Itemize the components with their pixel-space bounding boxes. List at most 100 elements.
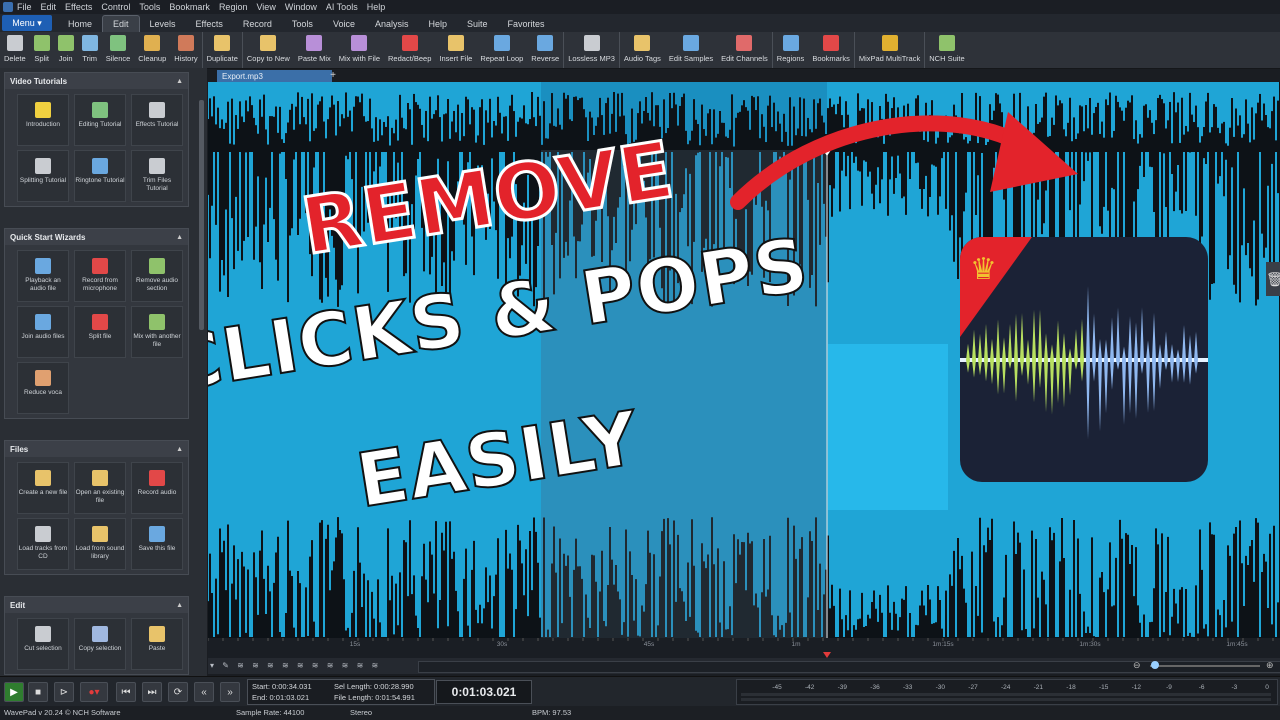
panel-section-header[interactable]: Quick Start Wizards ▲ (5, 229, 188, 245)
logo-wave-spike (1020, 312, 1024, 376)
new-tab-plus-icon[interactable]: + (327, 70, 339, 82)
audio-tags-button[interactable]: Audio Tags (620, 32, 665, 68)
tile-open-an-existing-file[interactable]: Open an existing file (74, 462, 126, 514)
fast-forward-icon[interactable]: » (220, 682, 240, 702)
panel-section-header[interactable]: Video Tutorials ▲ (5, 73, 188, 89)
menu-bookmark[interactable]: Bookmark (169, 2, 210, 12)
tab-help[interactable]: Help (418, 16, 457, 32)
menu-region[interactable]: Region (219, 2, 248, 12)
tab-analysis[interactable]: Analysis (365, 16, 419, 32)
tab-voice[interactable]: Voice (323, 16, 365, 32)
waveform-view[interactable]: ♛ 🗑 REMOVE CLICKS & POPS EASILY (208, 82, 1280, 640)
tile-load-tracks-from-cd[interactable]: Load tracks from CD (17, 518, 69, 570)
tile-record-from-microphone[interactable]: Record from microphone (74, 250, 126, 302)
tab-levels[interactable]: Levels (140, 16, 186, 32)
tile-trim-files-tutorial[interactable]: Trim Files Tutorial (131, 150, 183, 202)
repeat-loop-button[interactable]: Repeat Loop (476, 32, 527, 68)
tile-split-file[interactable]: Split file (74, 306, 126, 358)
left-panel-scrollbar[interactable] (199, 100, 204, 330)
trash-icon[interactable]: 🗑 (1266, 262, 1280, 296)
tile-reduce-voca[interactable]: Reduce voca (17, 362, 69, 414)
insert-file-button[interactable]: Insert File (435, 32, 476, 68)
tile-introduction[interactable]: Introduction (17, 94, 69, 146)
tile-remove-audio-section[interactable]: Remove audio section (131, 250, 183, 302)
tile-copy-selection[interactable]: Copy selection (74, 618, 126, 670)
lossless-mp3-button[interactable]: Lossless MP3 (564, 32, 620, 68)
skip-end-icon[interactable]: ⏭ (142, 682, 162, 702)
mixpad-multitrack-button[interactable]: MixPad MultiTrack (855, 32, 926, 68)
paste-mix-button[interactable]: Paste Mix (294, 32, 335, 68)
tile-playback-an-audio-file[interactable]: Playback an audio file (17, 250, 69, 302)
tile-load-from-sound-library[interactable]: Load from sound library (74, 518, 126, 570)
duplicate-button[interactable]: Duplicate (203, 32, 243, 68)
tile-cut-selection[interactable]: Cut selection (17, 618, 69, 670)
tile-paste[interactable]: Paste (131, 618, 183, 670)
skip-start-icon[interactable]: ⏮ (116, 682, 136, 702)
menu-tools[interactable]: Tools (139, 2, 160, 12)
file-tab-export[interactable]: Export.mp3 (217, 70, 332, 82)
bookmarks-button[interactable]: Bookmarks (808, 32, 855, 68)
silence-button[interactable]: Silence (102, 32, 135, 68)
tile-splitting-tutorial[interactable]: Splitting Tutorial (17, 150, 69, 202)
tab-tools[interactable]: Tools (282, 16, 323, 32)
tab-suite[interactable]: Suite (457, 16, 498, 32)
split-button[interactable]: Split (30, 32, 54, 68)
regions-button[interactable]: Regions (773, 32, 809, 68)
menu-window[interactable]: Window (285, 2, 317, 12)
menu-edit[interactable]: Edit (41, 2, 57, 12)
play-icon[interactable]: ▶ (4, 682, 24, 702)
time-ruler[interactable]: 15s 30s 45s 1m 1m:15s 1m:30s 1m:45s (207, 638, 1280, 658)
tile-save-this-file[interactable]: Save this file (131, 518, 183, 570)
collapse-icon[interactable]: ▲ (176, 602, 183, 609)
tab-home[interactable]: Home (58, 16, 102, 32)
tile-join-audio-files[interactable]: Join audio files (17, 306, 69, 358)
zoom-slider-thumb[interactable] (1151, 661, 1159, 669)
left-panel: Video Tutorials ▲ Introduction Editing Tuto… (0, 68, 207, 676)
panel-section-header[interactable]: Edit ▲ (5, 597, 188, 613)
tile-editing-tutorial[interactable]: Editing Tutorial (74, 94, 126, 146)
zoom-slider[interactable] (1150, 665, 1260, 667)
trim-button[interactable]: Trim (78, 32, 102, 68)
rewind-icon[interactable]: « (194, 682, 214, 702)
nch-suite-button[interactable]: NCH Suite (925, 32, 968, 68)
tab-record[interactable]: Record (233, 16, 282, 32)
menu-control[interactable]: Control (101, 2, 130, 12)
stop-icon[interactable]: ■ (28, 682, 48, 702)
collapse-icon[interactable]: ▲ (176, 78, 183, 85)
tab-effects[interactable]: Effects (186, 16, 233, 32)
menu-ai-tools[interactable]: AI Tools (326, 2, 358, 12)
reverse-button[interactable]: Reverse (527, 32, 565, 68)
redact-beep-button[interactable]: Redact/Beep (384, 32, 435, 68)
copy-to-new-button[interactable]: Copy to New (243, 32, 294, 68)
menu-button[interactable]: Menu ▾ (2, 15, 52, 31)
tile-create-a-new-file[interactable]: Create a new file (17, 462, 69, 514)
mix-with-file-button[interactable]: Mix with File (335, 32, 384, 68)
cleanup-button[interactable]: Cleanup (134, 32, 170, 68)
tile-effects-tutorial[interactable]: Effects Tutorial (131, 94, 183, 146)
tile-record-audio[interactable]: Record audio (131, 462, 183, 514)
menu-file[interactable]: File (17, 2, 32, 12)
tab-edit[interactable]: Edit (102, 15, 140, 32)
tile-mix-with-another-file[interactable]: Mix with another file (131, 306, 183, 358)
tab-favorites[interactable]: Favorites (498, 16, 555, 32)
ruler-tick-label: 1m:45s (1226, 641, 1248, 648)
join-button[interactable]: Join (54, 32, 78, 68)
zoom-out-icon[interactable]: ⊖ (1133, 660, 1141, 671)
edit-channels-button[interactable]: Edit Channels (717, 32, 773, 68)
menu-help[interactable]: Help (367, 2, 386, 12)
edit-samples-button[interactable]: Edit Samples (665, 32, 717, 68)
menu-effects[interactable]: Effects (65, 2, 92, 12)
collapse-icon[interactable]: ▲ (176, 234, 183, 241)
envelope-tools-icon[interactable]: ▾ ✎ ≋ ≋ ≋ ≋ ≋ ≋ ≋ ≋ ≋ ≋ (210, 661, 410, 671)
history-button[interactable]: History (170, 32, 203, 68)
loop-icon[interactable]: ⟳ (168, 682, 188, 702)
record-icon[interactable]: ●▾ (80, 682, 108, 702)
delete-button[interactable]: Delete (0, 32, 30, 68)
zoom-in-icon[interactable]: ⊕ (1266, 660, 1274, 671)
menu-view[interactable]: View (256, 2, 275, 12)
collapse-icon[interactable]: ▲ (176, 446, 183, 453)
tile-ringtone-tutorial[interactable]: Ringtone Tutorial (74, 150, 126, 202)
logo-wave-spike (1110, 317, 1114, 390)
play-selection-icon[interactable]: ⊳ (54, 682, 74, 702)
panel-section-header[interactable]: Files ▲ (5, 441, 188, 457)
